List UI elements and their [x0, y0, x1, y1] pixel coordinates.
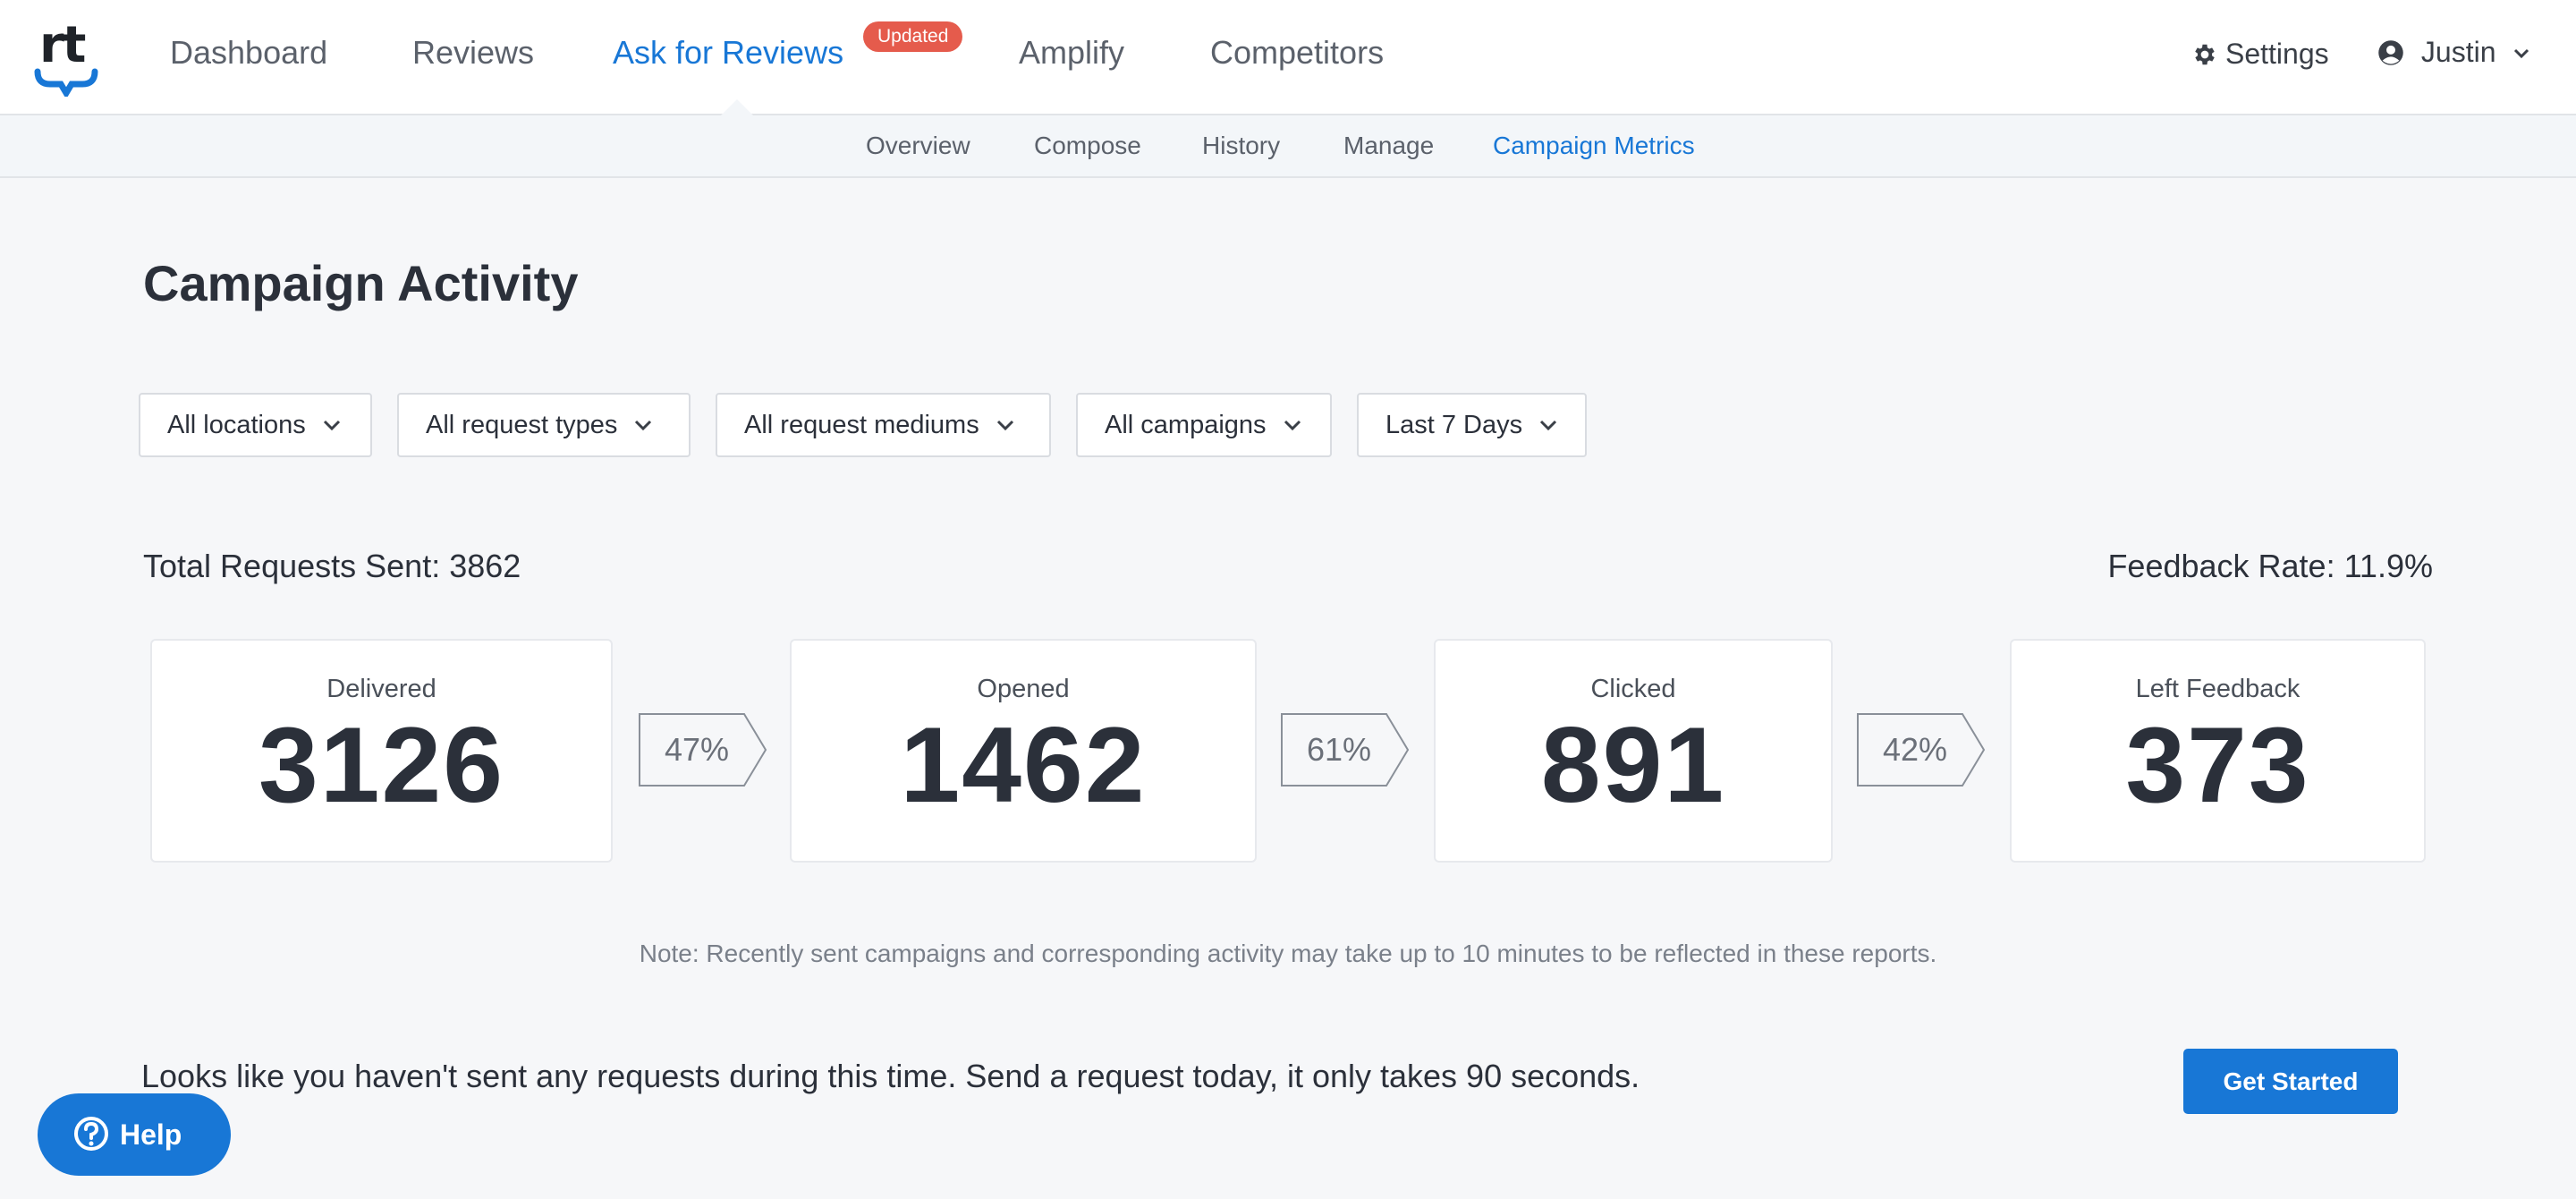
chevron-down-icon: [2514, 48, 2529, 59]
conversion-rate-delivered-opened: 47%: [639, 713, 767, 787]
filter-request-mediums-label: All request mediums: [744, 411, 979, 439]
conversion-rate-clicked-feedback: 42%: [1857, 713, 1986, 787]
filter-campaigns-label: All campaigns: [1105, 411, 1267, 439]
sub-navigation: Overview Compose History Manage Campaign…: [0, 115, 2576, 178]
metric-value: 3126: [258, 705, 504, 825]
updated-badge: Updated: [863, 21, 963, 52]
metric-card-left-feedback: Left Feedback 373: [2010, 639, 2426, 863]
metric-label: Opened: [977, 675, 1070, 703]
metric-value: 1462: [900, 705, 1147, 825]
filter-request-mediums[interactable]: All request mediums: [716, 393, 1051, 457]
nav-competitors[interactable]: Competitors: [1210, 34, 1384, 72]
total-requests-sent: Total Requests Sent: 3862: [143, 548, 521, 584]
logo-speech-icon: [34, 68, 98, 97]
page-title: Campaign Activity: [143, 255, 579, 311]
metric-label: Left Feedback: [2135, 675, 2301, 703]
metric-value: 891: [1540, 705, 1726, 825]
nav-dashboard[interactable]: Dashboard: [170, 34, 327, 72]
brand-logo[interactable]: rt: [32, 16, 104, 97]
empty-state-message: Looks like you haven't sent any requests…: [141, 1058, 1640, 1094]
feedback-rate: Feedback Rate: 11.9%: [2107, 548, 2433, 584]
subnav-overview[interactable]: Overview: [866, 132, 970, 160]
nav-amplify[interactable]: Amplify: [1019, 34, 1124, 72]
subnav-history[interactable]: History: [1202, 132, 1280, 160]
settings-button[interactable]: Settings: [2191, 38, 2329, 71]
filter-date-range[interactable]: Last 7 Days: [1357, 393, 1587, 457]
rate-value: 47%: [664, 731, 730, 768]
filter-request-types-label: All request types: [426, 411, 618, 439]
filter-request-types[interactable]: All request types: [397, 393, 691, 457]
top-navigation: rt Dashboard Reviews Ask for Reviews Upd…: [0, 0, 2576, 115]
chevron-down-icon: [1540, 420, 1557, 431]
metric-label: Delivered: [326, 675, 436, 703]
settings-label: Settings: [2225, 38, 2329, 70]
conversion-rate-opened-clicked: 61%: [1281, 713, 1410, 787]
nav-ask-for-reviews[interactable]: Ask for Reviews: [613, 34, 843, 72]
chevron-down-icon: [635, 420, 652, 431]
user-avatar-icon: [2378, 40, 2403, 65]
subnav-manage[interactable]: Manage: [1343, 132, 1434, 160]
filter-date-range-label: Last 7 Days: [1385, 411, 1523, 439]
help-label: Help: [120, 1118, 182, 1151]
metric-value: 373: [2125, 705, 2310, 825]
user-menu[interactable]: Justin: [2377, 36, 2530, 69]
nav-reviews[interactable]: Reviews: [412, 34, 534, 72]
question-circle-icon: [74, 1117, 108, 1151]
rate-value: 42%: [1882, 731, 1948, 768]
help-button[interactable]: Help: [38, 1093, 231, 1176]
filter-locations-label: All locations: [167, 411, 306, 439]
filter-campaigns[interactable]: All campaigns: [1076, 393, 1332, 457]
active-nav-pointer: [721, 99, 753, 115]
reporting-delay-note: Note: Recently sent campaigns and corres…: [639, 940, 1937, 967]
metric-card-delivered: Delivered 3126: [150, 639, 613, 863]
chevron-down-icon: [1284, 420, 1301, 431]
gear-icon: [2195, 44, 2215, 65]
metric-label: Clicked: [1590, 675, 1676, 703]
metric-card-opened: Opened 1462: [790, 639, 1257, 863]
metric-card-clicked: Clicked 891: [1434, 639, 1833, 863]
user-name: Justin: [2420, 36, 2496, 68]
filter-locations[interactable]: All locations: [139, 393, 372, 457]
rate-value: 61%: [1306, 731, 1372, 768]
get-started-button[interactable]: Get Started: [2183, 1049, 2398, 1114]
chevron-down-icon: [323, 420, 340, 431]
chevron-down-icon: [996, 420, 1013, 431]
subnav-compose[interactable]: Compose: [1034, 132, 1141, 160]
subnav-campaign-metrics[interactable]: Campaign Metrics: [1493, 132, 1695, 160]
